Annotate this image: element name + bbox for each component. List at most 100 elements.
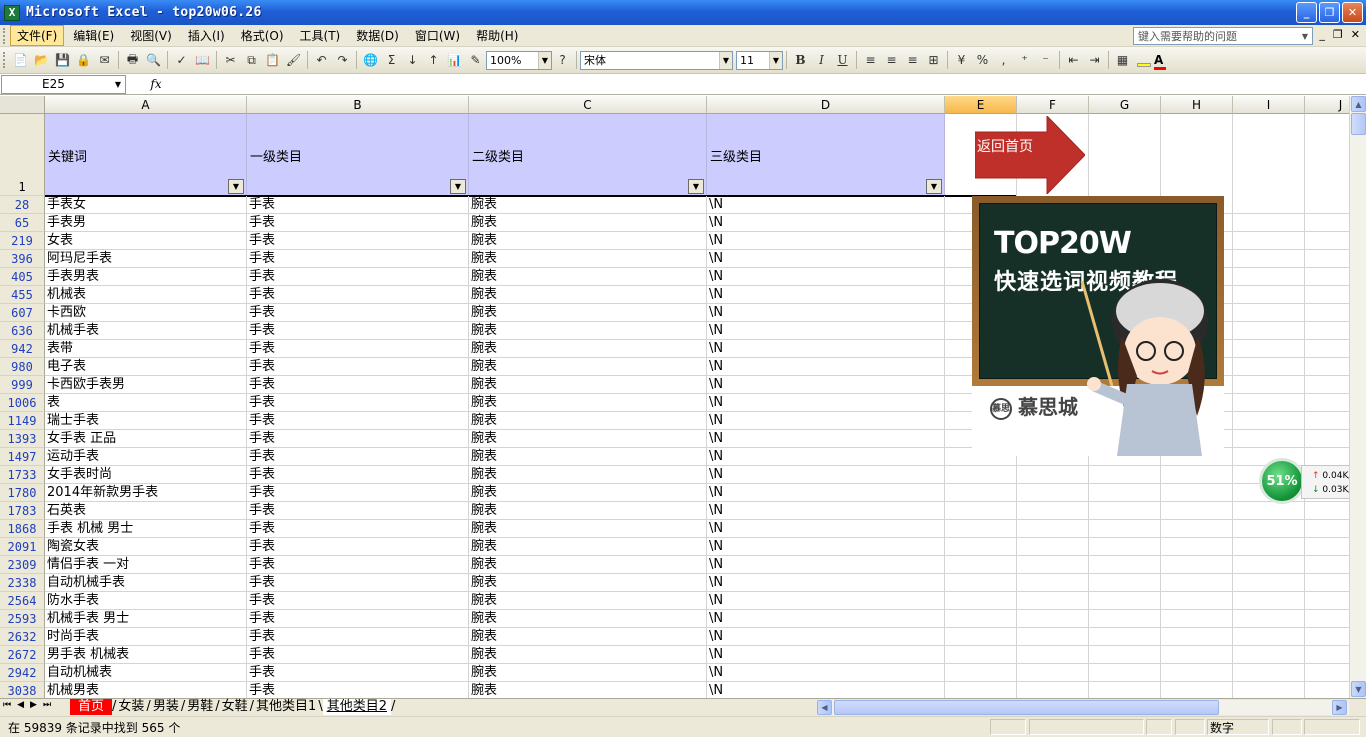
row-header[interactable]: 636 xyxy=(0,322,45,340)
cell-b[interactable]: 手表 xyxy=(247,484,469,502)
doc-close-button[interactable]: ✕ xyxy=(1351,28,1360,41)
back-to-home-label[interactable]: 返回首页 xyxy=(977,136,1033,156)
cell-c[interactable]: 腕表 xyxy=(469,592,707,610)
increase-decimal-icon[interactable]: ⁺ xyxy=(1014,50,1035,71)
mail-icon[interactable]: ✉ xyxy=(94,50,115,71)
chart-wizard-icon[interactable]: 📊 xyxy=(444,50,465,71)
menu-insert[interactable]: 插入(I) xyxy=(181,25,232,46)
currency-icon[interactable]: ¥ xyxy=(951,50,972,71)
cell-b[interactable]: 手表 xyxy=(247,376,469,394)
cell-c[interactable]: 腕表 xyxy=(469,376,707,394)
vertical-scrollbar[interactable]: ▲ ▼ xyxy=(1349,96,1366,698)
cell-c[interactable]: 腕表 xyxy=(469,502,707,520)
cell-a[interactable]: 手表男 xyxy=(45,214,247,232)
menu-grip[interactable] xyxy=(3,27,7,44)
cell-d[interactable]: \N xyxy=(707,286,945,304)
increase-indent-icon[interactable]: ⇥ xyxy=(1084,50,1105,71)
align-center-icon[interactable]: ≡ xyxy=(881,50,902,71)
redo-icon[interactable]: ↷ xyxy=(332,50,353,71)
cell-a[interactable]: 表 xyxy=(45,394,247,412)
cell-c[interactable]: 腕表 xyxy=(469,628,707,646)
row-header[interactable]: 1783 xyxy=(0,502,45,520)
next-sheet-icon[interactable]: ▶ xyxy=(30,700,37,710)
cell-b[interactable]: 手表 xyxy=(247,466,469,484)
worksheet-grid[interactable]: A B C D E F G H I J 1 关键词 ▼ 一级类目 ▼ 二级类目 ▼ 三… xyxy=(0,96,1349,698)
permission-icon[interactable]: 🔒 xyxy=(73,50,94,71)
cell-c[interactable]: 腕表 xyxy=(469,610,707,628)
minimize-button[interactable]: _ xyxy=(1296,2,1317,23)
italic-button[interactable]: I xyxy=(811,50,832,71)
sheet-tab-other1[interactable]: 其他类目1 xyxy=(254,699,318,715)
cell-c[interactable]: 腕表 xyxy=(469,556,707,574)
percent-button[interactable]: % xyxy=(972,50,993,71)
cell-a[interactable]: 情侣手表 一对 xyxy=(45,556,247,574)
sheet-tab-men[interactable]: 男装 xyxy=(151,699,181,715)
row-header[interactable]: 1868 xyxy=(0,520,45,538)
row-header[interactable]: 2309 xyxy=(0,556,45,574)
scroll-left-arrow-icon[interactable]: ◀ xyxy=(817,700,832,715)
cell-c[interactable]: 腕表 xyxy=(469,304,707,322)
autosum-icon[interactable]: Σ xyxy=(381,50,402,71)
cell-d[interactable]: \N xyxy=(707,376,945,394)
header-cell-level2[interactable]: 二级类目 ▼ xyxy=(469,114,707,196)
font-size-select[interactable]: 11 ▼ xyxy=(736,50,783,70)
undo-icon[interactable]: ↶ xyxy=(311,50,332,71)
cell-c[interactable]: 腕表 xyxy=(469,574,707,592)
cell-d[interactable]: \N xyxy=(707,610,945,628)
cell-a[interactable]: 阿玛尼手表 xyxy=(45,250,247,268)
row-header[interactable]: 980 xyxy=(0,358,45,376)
menu-edit[interactable]: 编辑(E) xyxy=(66,25,121,46)
cell-b[interactable]: 手表 xyxy=(247,610,469,628)
cell-b[interactable]: 手表 xyxy=(247,250,469,268)
cell-c[interactable]: 腕表 xyxy=(469,412,707,430)
decrease-decimal-icon[interactable]: ⁻ xyxy=(1035,50,1056,71)
research-icon[interactable]: 📖 xyxy=(192,50,213,71)
column-header-d[interactable]: D xyxy=(707,96,945,114)
cell-d[interactable]: \N xyxy=(707,574,945,592)
close-button[interactable]: ✕ xyxy=(1342,2,1363,23)
cell-b[interactable]: 手表 xyxy=(247,646,469,664)
cell-b[interactable]: 手表 xyxy=(247,322,469,340)
bold-button[interactable]: B xyxy=(790,50,811,71)
row-header[interactable]: 607 xyxy=(0,304,45,322)
cell-a[interactable]: 自动机械表 xyxy=(45,664,247,682)
cell-a[interactable]: 卡西欧 xyxy=(45,304,247,322)
first-sheet-icon[interactable]: ⏮ xyxy=(3,700,11,710)
cell-d[interactable]: \N xyxy=(707,214,945,232)
cell-a[interactable]: 女手表时尚 xyxy=(45,466,247,484)
cell-b[interactable]: 手表 xyxy=(247,430,469,448)
filter-dropdown-icon[interactable]: ▼ xyxy=(450,179,466,194)
cell-a[interactable]: 女表 xyxy=(45,232,247,250)
cell-a[interactable]: 2014年新款男手表 xyxy=(45,484,247,502)
row-header[interactable]: 1149 xyxy=(0,412,45,430)
cell-a[interactable]: 陶瓷女表 xyxy=(45,538,247,556)
title-bar[interactable]: X Microsoft Excel - top20w06.26 _ ❐ ✕ xyxy=(0,0,1366,25)
cell-c[interactable]: 腕表 xyxy=(469,214,707,232)
cell-a[interactable]: 机械手表 男士 xyxy=(45,610,247,628)
cell-d[interactable]: \N xyxy=(707,358,945,376)
print-preview-icon[interactable]: 🔍 xyxy=(143,50,164,71)
scroll-up-arrow-icon[interactable]: ▲ xyxy=(1351,96,1366,112)
cell-c[interactable]: 腕表 xyxy=(469,340,707,358)
cpu-usage-ball[interactable]: 51% xyxy=(1259,458,1305,504)
font-name-select[interactable]: 宋体 ▼ xyxy=(580,50,733,70)
cell-d[interactable]: \N xyxy=(707,196,945,214)
cell-c[interactable]: 腕表 xyxy=(469,682,707,698)
row-header[interactable]: 1006 xyxy=(0,394,45,412)
cell-a[interactable]: 男手表 机械表 xyxy=(45,646,247,664)
hyperlink-icon[interactable]: 🌐 xyxy=(360,50,381,71)
copy-icon[interactable]: ⧉ xyxy=(241,50,262,71)
cell-a[interactable]: 手表女 xyxy=(45,196,247,214)
network-speed-widget[interactable]: 51% ↑ 0.04K/s ↓ 0.03K/s xyxy=(1259,458,1349,504)
help-icon[interactable]: ? xyxy=(552,50,573,71)
cell-a[interactable]: 表带 xyxy=(45,340,247,358)
zoom-select[interactable]: 100% ▼ xyxy=(486,50,552,70)
cell-a[interactable]: 手表 机械 男士 xyxy=(45,520,247,538)
cell-a[interactable]: 手表男表 xyxy=(45,268,247,286)
cell-c[interactable]: 腕表 xyxy=(469,286,707,304)
tutorial-poster-image[interactable]: TOP20W 快速选词视频教程 慕思 慕思城 xyxy=(972,196,1224,456)
column-header-f[interactable]: F xyxy=(1017,96,1089,114)
filter-dropdown-icon[interactable]: ▼ xyxy=(688,179,704,194)
cell-a[interactable]: 电子表 xyxy=(45,358,247,376)
cell-a[interactable]: 卡西欧手表男 xyxy=(45,376,247,394)
